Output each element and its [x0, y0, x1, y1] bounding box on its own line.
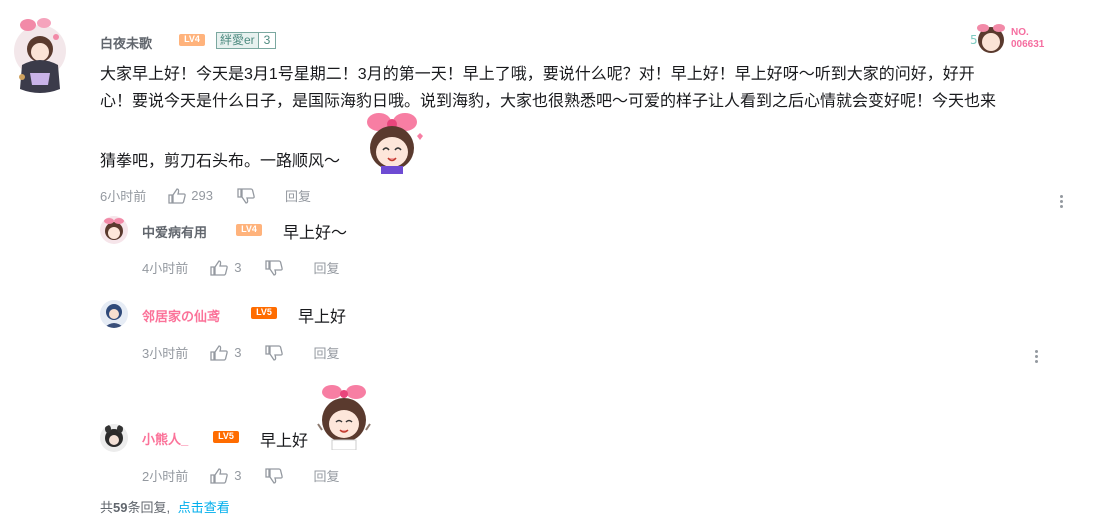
comment-username[interactable]: 白夜未歌: [100, 33, 152, 52]
dislike-icon[interactable]: [237, 187, 255, 204]
level-badge-lv4: LV4: [179, 33, 205, 46]
reply-count: 59: [113, 500, 128, 515]
comment-line: 心！要说今天是什么日子，是国际海豹日哦。说到海豹，大家也很熟悉吧～可爱的样子让人…: [100, 93, 997, 110]
reply-content: 早上好～: [283, 225, 348, 242]
comment-meta: 6小时前 293 回复: [100, 186, 311, 205]
level-badge-lv4: LV4: [236, 223, 262, 236]
reply-content: 早上好: [260, 433, 309, 450]
more-options-icon[interactable]: [1058, 193, 1064, 210]
fan-medal-level: 3: [257, 33, 276, 48]
nft-avatar-decoration: 5: [969, 22, 1009, 56]
level-badge-lv5: LV5: [213, 430, 239, 443]
reply-meta: 4小时前 3 回复: [142, 258, 339, 277]
like-count: 3: [234, 260, 242, 275]
view-all-replies-link[interactable]: 点击查看: [178, 500, 230, 515]
like-count: 293: [191, 188, 213, 203]
avatar-with-pendant[interactable]: [8, 15, 72, 99]
dislike-icon[interactable]: [265, 467, 284, 484]
comment-time: 6小时前: [100, 189, 147, 204]
more-options-icon[interactable]: [1033, 348, 1039, 365]
dislike-icon[interactable]: [265, 259, 284, 276]
reply-meta: 2小时前 3 回复: [142, 466, 339, 485]
comment-content: 大家早上好！今天是3月1号星期二！3月的第一天！早上了哦，要说什么呢？对！早上好…: [100, 61, 1090, 115]
like-count: 3: [234, 468, 242, 483]
like-count: 3: [234, 345, 242, 360]
reply-meta: 3小时前 3 回复: [142, 343, 339, 362]
level-badge-lv5: LV5: [251, 306, 277, 319]
nft-number: NO. 006631: [1011, 27, 1045, 50]
reply-count-footer: 共59条回复, 点击查看: [100, 500, 230, 515]
svg-text:5: 5: [970, 33, 978, 47]
reply-button[interactable]: 回复: [285, 186, 311, 205]
reply-time: 4小时前: [142, 261, 189, 276]
reply-content: 早上好: [298, 309, 347, 326]
fan-medal-name: 絆愛er: [217, 33, 258, 48]
comment-line: 猜拳吧，剪刀石头布。一路顺风～: [100, 153, 341, 170]
reply-button[interactable]: 回复: [313, 258, 339, 277]
reply-username[interactable]: 邻居家の仙鸢: [142, 306, 220, 325]
like-icon[interactable]: [210, 259, 229, 276]
comment-line: 大家早上好！今天是3月1号星期二！3月的第一天！早上了哦，要说什么呢？对！早上好…: [100, 66, 975, 83]
dislike-icon[interactable]: [265, 344, 284, 361]
reply-time: 3小时前: [142, 346, 189, 361]
sticker-emote: [359, 112, 425, 174]
avatar[interactable]: [100, 300, 128, 328]
like-icon[interactable]: [210, 467, 229, 484]
avatar[interactable]: [100, 216, 128, 244]
reply-username[interactable]: 中爱病有用: [142, 222, 207, 241]
reply-time: 2小时前: [142, 469, 189, 484]
fan-medal-badge[interactable]: 絆愛er 3: [216, 32, 277, 49]
reply-button[interactable]: 回复: [313, 343, 339, 362]
sticker-emote: [316, 384, 372, 451]
like-icon[interactable]: [168, 187, 187, 204]
avatar[interactable]: [100, 424, 128, 452]
reply-username[interactable]: 小熊人_: [142, 429, 188, 448]
reply-button[interactable]: 回复: [313, 466, 339, 485]
like-icon[interactable]: [210, 344, 229, 361]
